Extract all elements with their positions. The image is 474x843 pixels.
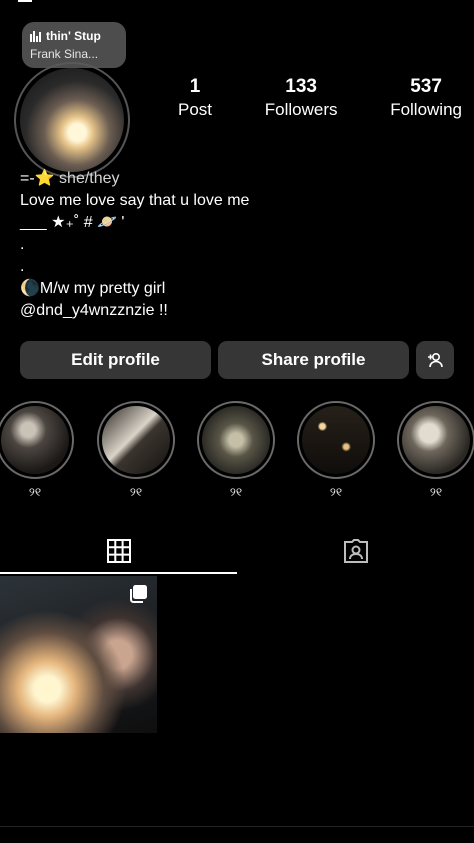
- bio-line-3: .: [20, 236, 25, 253]
- tab-tagged[interactable]: [237, 528, 474, 574]
- profile-tabs: [0, 528, 474, 574]
- add-person-button[interactable]: [416, 341, 454, 379]
- profile-avatar[interactable]: [14, 62, 130, 178]
- stat-following-label: Following: [390, 100, 462, 119]
- profile-stats: 1 Post 133 Followers 537 Following: [178, 76, 462, 120]
- music-title-row: thin' Stup: [30, 29, 118, 43]
- tab-posts-grid[interactable]: [0, 528, 237, 574]
- stat-following[interactable]: 537 Following: [390, 76, 462, 120]
- stat-posts-count: 1: [189, 76, 201, 97]
- stat-followers-label: Followers: [264, 100, 338, 119]
- highlight-label: ୨୧: [129, 485, 143, 499]
- highlight-ring: [0, 401, 74, 479]
- highlight-label: ୨୧: [329, 485, 343, 499]
- highlight-cover: [302, 406, 370, 474]
- share-profile-button[interactable]: Share profile: [218, 341, 409, 379]
- music-title: thin' Stup: [46, 29, 101, 43]
- highlight-ring: [197, 401, 275, 479]
- highlight-ring: [397, 401, 474, 479]
- multiple-photos-icon: [130, 585, 147, 603]
- highlight-item[interactable]: ୨୧: [0, 401, 74, 500]
- pronouns-prefix: =-⭐: [20, 170, 55, 187]
- story-highlights: ୨୧ ୨୧ ୨୧ ୨୧ ୨୧: [0, 401, 474, 501]
- add-person-icon: [428, 352, 443, 368]
- bottom-nav-bar: [0, 826, 474, 843]
- highlight-label: ୨୧: [429, 485, 443, 499]
- highlight-cover: [402, 406, 470, 474]
- stat-following-count: 537: [410, 76, 442, 97]
- status-bar-fragment: [18, 0, 32, 2]
- stat-posts[interactable]: 1 Post: [178, 76, 212, 120]
- bio-mention[interactable]: @dnd_y4wnzznzie !!: [20, 300, 249, 322]
- music-artist: Frank Sina...: [30, 47, 99, 61]
- tagged-person-icon: [343, 539, 368, 563]
- avatar-image: [20, 68, 124, 172]
- bio-line-2: ___ ★₊˚ # 🪐 ': [20, 214, 125, 231]
- post-thumbnail[interactable]: [0, 576, 157, 733]
- bio-line-4: .: [20, 258, 25, 275]
- highlight-item[interactable]: ୨୧: [297, 401, 375, 500]
- active-tab-indicator: [0, 572, 237, 574]
- highlight-item[interactable]: ୨୧: [97, 401, 175, 500]
- highlight-ring: [297, 401, 375, 479]
- highlight-item[interactable]: ୨୧: [197, 401, 275, 500]
- highlight-ring: [97, 401, 175, 479]
- edit-profile-button[interactable]: Edit profile: [20, 341, 211, 379]
- grid-icon: [106, 539, 131, 563]
- music-note-bubble[interactable]: thin' Stup Frank Sina...: [22, 22, 126, 68]
- highlight-cover: [102, 406, 170, 474]
- bio-line-5: 🌘M/w my pretty girl: [20, 280, 166, 297]
- highlight-item[interactable]: ୨୧: [397, 401, 474, 500]
- profile-bio: =-⭐ she/they Love me love say that u lov…: [20, 168, 249, 322]
- music-bars-icon: [30, 30, 41, 42]
- pronouns: she/they: [59, 170, 120, 187]
- pronouns-row: =-⭐ she/they: [20, 168, 249, 190]
- stat-followers[interactable]: 133 Followers: [265, 76, 338, 120]
- highlight-cover: [202, 406, 270, 474]
- highlight-cover: [1, 406, 69, 474]
- stat-followers-count: 133: [285, 76, 317, 97]
- highlight-label: ୨୧: [229, 485, 243, 499]
- bio-line-1: Love me love say that u love me: [20, 192, 250, 209]
- stat-posts-label: Post: [178, 100, 213, 119]
- highlight-label: ୨୧: [28, 485, 42, 499]
